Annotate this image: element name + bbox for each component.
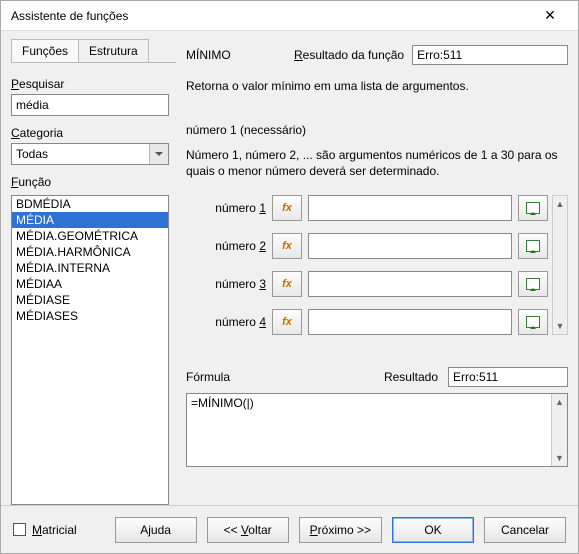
list-item[interactable]: MÉDIA <box>12 212 168 228</box>
caret-icon: | <box>247 396 250 410</box>
fx-icon: fx <box>282 278 292 290</box>
shrink-button[interactable] <box>518 309 548 335</box>
list-item[interactable]: MÉDIASES <box>12 308 168 324</box>
list-item[interactable]: MÉDIA.GEOMÉTRICA <box>12 228 168 244</box>
list-item[interactable]: MÉDIA.HARMÔNICA <box>12 244 168 260</box>
matrix-checkbox[interactable] <box>13 523 26 536</box>
formula-textarea[interactable]: =MÍNIMO(|) <box>186 393 568 467</box>
arguments-scrollbar[interactable]: ▲ ▼ <box>552 195 568 335</box>
list-item[interactable]: BDMÉDIA <box>12 196 168 212</box>
fx-icon: fx <box>282 202 292 214</box>
scroll-up-icon[interactable]: ▲ <box>553 196 567 212</box>
formula-scrollbar[interactable]: ▲ ▼ <box>551 394 567 466</box>
category-select-wrap <box>11 143 169 165</box>
scroll-down-icon[interactable]: ▼ <box>553 318 567 334</box>
shrink-button[interactable] <box>518 195 548 221</box>
argument-row: número 2 fx <box>186 233 548 259</box>
shrink-icon <box>526 240 540 252</box>
shrink-button[interactable] <box>518 271 548 297</box>
fx-button[interactable]: fx <box>272 233 302 259</box>
category-label: Categoria <box>11 126 176 140</box>
tabs: Funções Estrutura <box>11 39 176 62</box>
function-result-label: Resultado da função <box>294 48 404 62</box>
argument-input[interactable] <box>308 271 512 297</box>
function-listbox[interactable]: BDMÉDIA MÉDIA MÉDIA.GEOMÉTRICA MÉDIA.HAR… <box>11 195 169 505</box>
matrix-label: Matricial <box>32 523 77 537</box>
result-value: Erro:511 <box>448 367 568 387</box>
argument-label: número 4 <box>186 315 266 329</box>
formula-area-wrap: =MÍNIMO(|) ▲ ▼ <box>186 393 568 467</box>
argument-input[interactable] <box>308 309 512 335</box>
argument-row: número 4 fx <box>186 309 548 335</box>
arguments-block: número 1 fx número 2 fx número 3 fx <box>186 195 568 347</box>
ok-button[interactable]: OK <box>392 517 474 543</box>
argument-input[interactable] <box>308 195 512 221</box>
content-area: Funções Estrutura Pesquisar Categoria Fu… <box>1 31 578 505</box>
titlebar: Assistente de funções ✕ <box>1 1 578 31</box>
formula-header-row: Fórmula Resultado Erro:511 <box>186 367 568 387</box>
back-button[interactable]: << Voltar <box>207 517 289 543</box>
argument-input[interactable] <box>308 233 512 259</box>
shrink-button[interactable] <box>518 233 548 259</box>
close-icon[interactable]: ✕ <box>530 7 570 24</box>
fx-button[interactable]: fx <box>272 271 302 297</box>
matrix-checkbox-wrap[interactable]: Matricial <box>13 523 77 537</box>
function-header-row: MÍNIMO Resultado da função Erro:511 <box>186 45 568 65</box>
current-function-name: MÍNIMO <box>186 48 276 62</box>
fx-button[interactable]: fx <box>272 195 302 221</box>
next-button[interactable]: Próximo >> <box>299 517 382 543</box>
argument-label: número 2 <box>186 239 266 253</box>
function-wizard-window: Assistente de funções ✕ Funções Estrutur… <box>0 0 579 554</box>
tab-structure[interactable]: Estrutura <box>79 39 149 62</box>
argument-label: número 3 <box>186 277 266 291</box>
fx-button[interactable]: fx <box>272 309 302 335</box>
argument-help: Número 1, número 2, ... são argumentos n… <box>186 147 568 179</box>
left-pane: Funções Estrutura Pesquisar Categoria Fu… <box>11 39 176 505</box>
shrink-icon <box>526 278 540 290</box>
category-select[interactable] <box>11 143 169 165</box>
scroll-down-icon[interactable]: ▼ <box>552 450 567 466</box>
argument-row: número 3 fx <box>186 271 548 297</box>
search-input[interactable] <box>11 94 169 116</box>
shrink-icon <box>526 316 540 328</box>
list-item[interactable]: MÉDIAA <box>12 276 168 292</box>
result-label: Resultado <box>384 370 438 384</box>
function-description: Retorna o valor mínimo em uma lista de a… <box>186 79 568 95</box>
fx-icon: fx <box>282 240 292 252</box>
tab-functions[interactable]: Funções <box>11 39 79 62</box>
function-result-value: Erro:511 <box>412 45 568 65</box>
fx-icon: fx <box>282 316 292 328</box>
help-button[interactable]: Ajuda <box>115 517 197 543</box>
arguments-rows: número 1 fx número 2 fx número 3 fx <box>186 195 548 347</box>
bottom-bar: Matricial Ajuda << Voltar Próximo >> OK … <box>1 505 578 553</box>
argument-row: número 1 fx <box>186 195 548 221</box>
function-label: Função <box>11 175 176 189</box>
list-item[interactable]: MÉDIA.INTERNA <box>12 260 168 276</box>
left-body: Pesquisar Categoria Função BDMÉDIA MÉDIA… <box>11 62 176 505</box>
right-pane: MÍNIMO Resultado da função Erro:511 Reto… <box>186 39 568 505</box>
shrink-icon <box>526 202 540 214</box>
scroll-up-icon[interactable]: ▲ <box>552 394 567 410</box>
search-label: Pesquisar <box>11 77 176 91</box>
argument-title: número 1 (necessário) <box>186 123 568 137</box>
argument-label: número 1 <box>186 201 266 215</box>
cancel-button[interactable]: Cancelar <box>484 517 566 543</box>
window-title: Assistente de funções <box>11 9 128 23</box>
list-item[interactable]: MÉDIASE <box>12 292 168 308</box>
formula-label: Fórmula <box>186 370 230 384</box>
